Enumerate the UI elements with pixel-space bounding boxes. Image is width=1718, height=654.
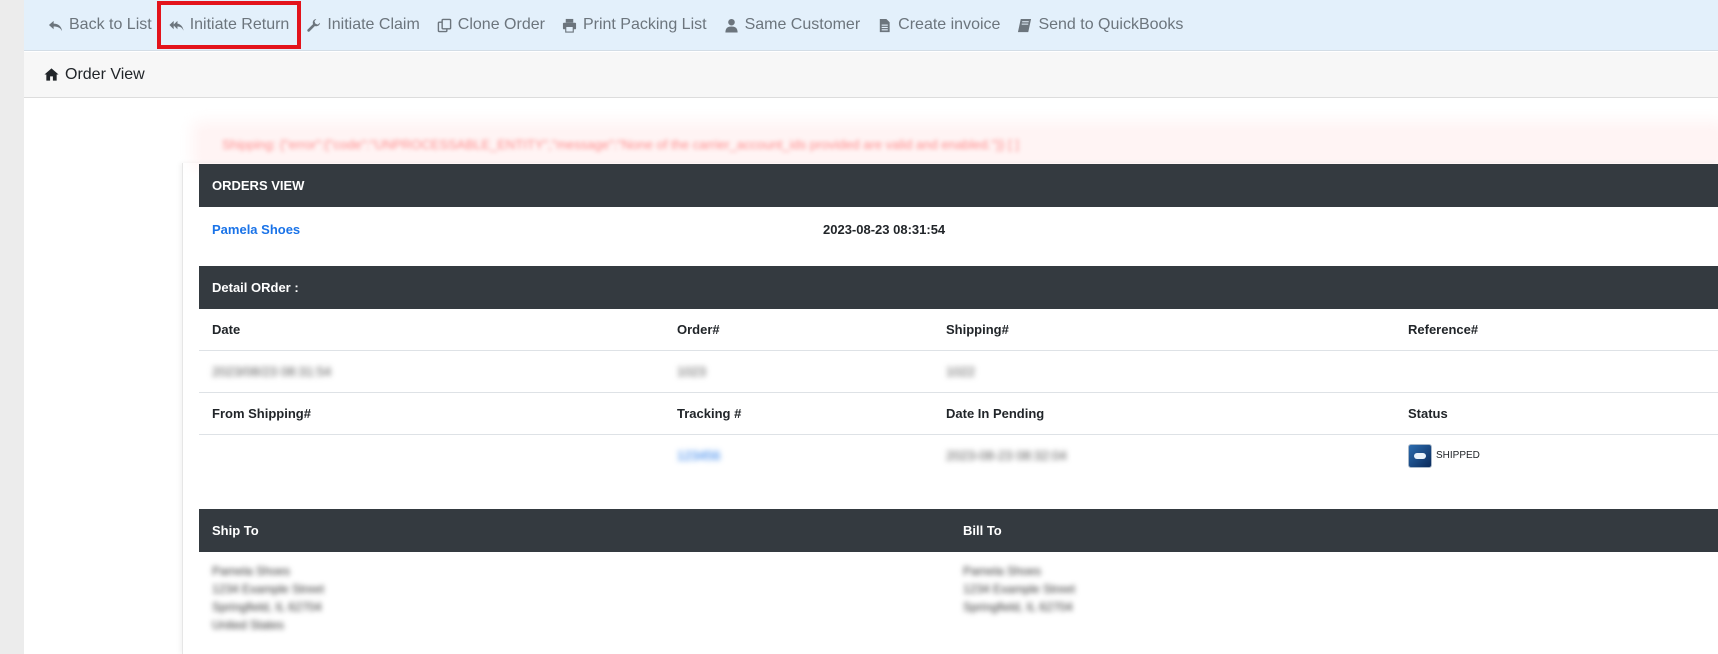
customer-link[interactable]: Pamela Shoes bbox=[212, 222, 300, 237]
bill-to-line: 1234 Example Street bbox=[963, 582, 1076, 596]
detail-order-title: Detail ORder : bbox=[212, 280, 299, 295]
print-packing-list-label: Print Packing List bbox=[582, 16, 707, 33]
copy-icon bbox=[437, 18, 452, 32]
date-label: Date bbox=[212, 322, 241, 337]
back-to-list-button[interactable]: Back to List bbox=[48, 16, 152, 34]
detail-values-row-1: 2023/08/23 08:31:54 1023 1022 bbox=[199, 351, 1718, 393]
from-shipping-label: From Shipping# bbox=[212, 406, 311, 421]
send-to-quickbooks-label: Send to QuickBooks bbox=[1038, 16, 1184, 33]
ship-to-line: Pamela Shoes bbox=[212, 564, 291, 578]
home-icon bbox=[44, 68, 59, 81]
file-icon bbox=[879, 18, 890, 32]
same-customer-label: Same Customer bbox=[744, 16, 861, 33]
action-toolbar: Back to List Initiate Return Initiate Cl… bbox=[24, 0, 1718, 51]
reply-icon bbox=[169, 20, 184, 31]
ship-to-line: 1234 Example Street bbox=[212, 582, 325, 596]
detail-labels-row-1: Date Order# Shipping# Reference# bbox=[199, 309, 1718, 351]
back-to-list-label: Back to List bbox=[69, 16, 152, 33]
initiate-claim-button[interactable]: Initiate Claim bbox=[306, 16, 420, 34]
shipping-number-label: Shipping# bbox=[946, 322, 1009, 337]
ship-to-line: Springfield, IL 62704 bbox=[212, 600, 322, 614]
create-invoice-label: Create invoice bbox=[898, 16, 1001, 33]
main-content: Shipping: {"error":{"code":"UNPROCESSABL… bbox=[24, 99, 1718, 654]
error-message: Shipping: {"error":{"code":"UNPROCESSABL… bbox=[200, 129, 1718, 161]
detail-labels-row-2: From Shipping# Tracking # Date In Pendin… bbox=[199, 393, 1718, 435]
detail-order-header: Detail ORder : bbox=[199, 266, 1718, 309]
ship-to-address: Pamela Shoes 1234 Example Street Springf… bbox=[212, 562, 324, 634]
customer-name: Pamela Shoes bbox=[212, 222, 300, 237]
reference-number-label: Reference# bbox=[1408, 322, 1479, 337]
wrench-icon bbox=[307, 18, 321, 32]
detail-values-row-2: 123456 2023-08-23 08:32:04 SHIPPED bbox=[199, 435, 1718, 479]
date-in-pending-label: Date In Pending bbox=[946, 406, 1045, 421]
order-number-label: Order# bbox=[677, 322, 720, 337]
send-to-quickbooks-button[interactable]: Send to QuickBooks bbox=[1017, 16, 1183, 34]
status-text: SHIPPED bbox=[1436, 450, 1480, 461]
same-customer-button[interactable]: Same Customer bbox=[724, 16, 861, 34]
status-value: SHIPPED bbox=[1408, 441, 1480, 471]
date-value: 2023/08/23 08:31:54 bbox=[212, 364, 332, 379]
back-arrow-icon bbox=[48, 20, 63, 31]
ship-to-line: United States bbox=[212, 618, 285, 632]
shipped-status-icon bbox=[1408, 444, 1432, 468]
print-icon bbox=[562, 18, 577, 33]
initiate-return-button[interactable]: Initiate Return bbox=[156, 1, 302, 49]
bill-to-label: Bill To bbox=[963, 523, 1002, 538]
initiate-return-label: Initiate Return bbox=[189, 16, 290, 33]
bill-to-line: Pamela Shoes bbox=[963, 564, 1042, 578]
orders-view-title: ORDERS VIEW bbox=[212, 178, 305, 193]
address-header: Ship To Bill To bbox=[199, 509, 1718, 552]
orders-view-header: ORDERS VIEW bbox=[199, 164, 1718, 207]
user-icon bbox=[724, 18, 738, 33]
order-number-value: 1023 bbox=[677, 364, 706, 379]
create-invoice-button[interactable]: Create invoice bbox=[877, 16, 1000, 34]
tracking-label: Tracking # bbox=[677, 406, 742, 421]
status-label: Status bbox=[1408, 406, 1448, 421]
breadcrumb: Order View bbox=[24, 52, 1718, 98]
date-in-pending-value: 2023-08-23 08:32:04 bbox=[946, 448, 1067, 463]
book-icon bbox=[1018, 18, 1032, 32]
print-packing-list-button[interactable]: Print Packing List bbox=[562, 16, 707, 34]
initiate-claim-label: Initiate Claim bbox=[327, 16, 420, 33]
order-panel: ORDERS VIEW Pamela Shoes 2023-08-23 08:3… bbox=[182, 163, 1718, 654]
left-gutter bbox=[0, 0, 24, 654]
breadcrumb-label: Order View bbox=[65, 65, 145, 83]
order-datetime: 2023-08-23 08:31:54 bbox=[823, 222, 946, 237]
clone-order-button[interactable]: Clone Order bbox=[437, 16, 545, 34]
bill-to-address: Pamela Shoes 1234 Example Street Springf… bbox=[963, 562, 1075, 616]
bill-to-line: Springfield, IL 62704 bbox=[963, 600, 1073, 614]
clone-order-label: Clone Order bbox=[457, 16, 545, 33]
ship-to-label: Ship To bbox=[212, 523, 259, 538]
shipping-number-value: 1022 bbox=[946, 364, 975, 379]
tracking-link[interactable]: 123456 bbox=[677, 435, 720, 476]
